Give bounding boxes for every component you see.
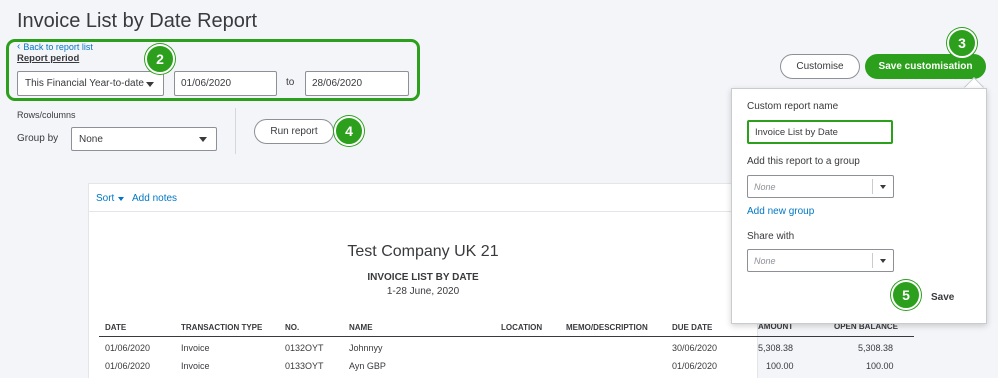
- column-header-due-date[interactable]: DUE DATE: [672, 323, 712, 332]
- group-by-select[interactable]: None: [71, 127, 217, 151]
- row2-date: 01/06/2020: [105, 361, 151, 371]
- column-header-name[interactable]: NAME: [349, 323, 373, 332]
- row1-amount: 5,308.38: [758, 343, 794, 353]
- add-to-group-label: Add this report to a group: [747, 156, 860, 167]
- vertical-divider: [235, 108, 236, 154]
- row1-type: Invoice: [181, 343, 210, 353]
- step-badge-2: 2: [145, 44, 175, 74]
- select-separator: [872, 179, 873, 194]
- group-by-value: None: [79, 133, 103, 145]
- report-card: Sort Add notes Test Company UK 21 INVOIC…: [88, 183, 914, 378]
- row1-date: 01/06/2020: [105, 343, 151, 353]
- rows-columns-label: Rows/columns: [17, 110, 76, 120]
- row1-due: 30/06/2020: [672, 343, 718, 353]
- column-header-location[interactable]: LOCATION: [501, 323, 542, 332]
- add-new-group-link[interactable]: Add new group: [747, 206, 814, 217]
- sort-label: Sort: [96, 193, 115, 204]
- step-badge-5: 5: [891, 280, 921, 310]
- column-header-memo[interactable]: MEMO/DESCRIPTION: [566, 323, 648, 332]
- row2-due: 01/06/2020: [672, 361, 718, 371]
- caret-down-icon: [118, 196, 125, 201]
- customise-button[interactable]: Customise: [780, 54, 860, 79]
- group-by-label: Group by: [17, 133, 59, 144]
- caret-down-icon: [880, 185, 886, 189]
- row2-open-balance: 100.00: [866, 361, 894, 371]
- row2-amount: 100.00: [766, 361, 794, 371]
- report-toolbar: Sort Add notes: [89, 184, 757, 212]
- caret-down-icon: [199, 137, 207, 142]
- report-date-range: 1-28 June, 2020: [386, 286, 460, 297]
- row2-type: Invoice: [181, 361, 210, 371]
- share-with-label: Share with: [747, 231, 795, 242]
- step-badge-3: 4: [334, 116, 364, 146]
- share-with-select[interactable]: None: [747, 249, 894, 272]
- sort-dropdown[interactable]: Sort: [96, 193, 125, 204]
- select-separator: [872, 253, 873, 268]
- custom-report-name-input[interactable]: Invoice List by Date: [747, 120, 893, 144]
- company-name: Test Company UK 21: [347, 243, 499, 260]
- row2-name: Ayn GBP: [349, 361, 386, 371]
- step-badge-4: 3: [947, 28, 977, 58]
- custom-report-name-label: Custom report name: [747, 101, 839, 112]
- popover-save-button[interactable]: Save: [931, 292, 954, 303]
- caret-down-icon: [880, 259, 886, 263]
- period-highlight-box: [6, 39, 420, 101]
- group-select[interactable]: None: [747, 175, 894, 198]
- save-customisation-popover: Custom report name Invoice List by Date …: [731, 88, 987, 324]
- header-rule: [99, 336, 914, 337]
- row1-open-balance: 5,308.38: [858, 343, 894, 353]
- row1-name: Johnnyy: [349, 343, 383, 353]
- share-with-value: None: [754, 255, 776, 266]
- group-select-value: None: [754, 181, 776, 192]
- add-notes-link[interactable]: Add notes: [132, 193, 177, 204]
- column-header-date[interactable]: DATE: [105, 323, 126, 332]
- save-customisation-button[interactable]: Save customisation: [865, 54, 986, 79]
- run-report-button[interactable]: Run report: [254, 119, 334, 144]
- column-header-no[interactable]: NO.: [285, 323, 299, 332]
- page-title: Invoice List by Date Report: [17, 10, 258, 32]
- row1-no[interactable]: 0132OYT: [285, 343, 324, 353]
- row2-no[interactable]: 0133OYT: [285, 361, 324, 371]
- column-header-transaction-type[interactable]: TRANSACTION TYPE: [181, 323, 262, 332]
- report-name: INVOICE LIST BY DATE: [367, 272, 479, 283]
